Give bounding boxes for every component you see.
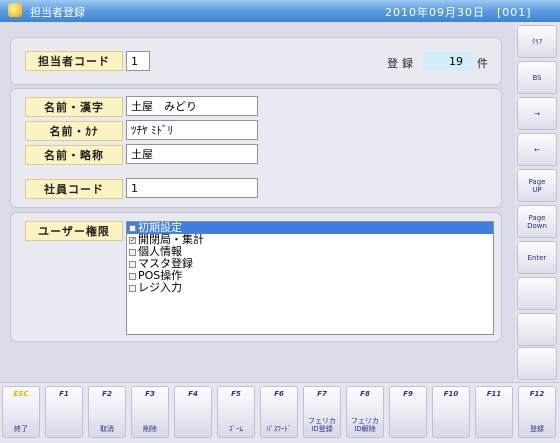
fkey-f7[interactable]: F7 フェリカ ID登録 — [303, 386, 341, 438]
title-bar: 担当者登録 2010年09月30日 [001] — [0, 0, 560, 22]
fkey-f5[interactable]: F5 ｽﾞｰﾑ — [217, 386, 255, 438]
right-arrow-button[interactable]: → — [517, 97, 557, 130]
date-display: 2010年09月30日 [001] — [385, 6, 532, 19]
user-permission-label: ユーザー権限 — [25, 221, 123, 241]
employee-code-label: 社員コード — [25, 179, 123, 199]
kana-name-label: 名前・ｶﾅ — [25, 121, 123, 141]
code-panel: 担当者コード 1 登録 19 件 — [10, 37, 502, 85]
fkey-f3[interactable]: F3 削除 — [131, 386, 169, 438]
name-panel: 名前・漢字 土屋 みどり 名前・ｶﾅ ﾂﾁﾔ ﾐﾄﾞﾘ 名前・略称 土屋 社員コ… — [10, 88, 502, 208]
register-count: 19 — [423, 52, 473, 70]
fkey-f9[interactable]: F9 — [389, 386, 427, 438]
permission-panel: ユーザー権限 初期設定 ✓ 開閉局・集計 個人情報 マスタ登録 POS操作 レジ入… — [10, 212, 502, 342]
enter-button[interactable]: Enter — [517, 241, 557, 274]
kana-name-field[interactable]: ﾂﾁﾔ ﾐﾄﾞﾘ — [126, 120, 258, 140]
permission-item-register-input[interactable]: レジ入力 — [127, 282, 493, 294]
page-up-button[interactable]: Page UP — [517, 169, 557, 202]
window-title: 担当者登録 — [30, 6, 85, 19]
permission-list[interactable]: 初期設定 ✓ 開閉局・集計 個人情報 マスタ登録 POS操作 レジ入力 — [126, 221, 494, 335]
side-blank-button[interactable] — [517, 347, 557, 380]
checkbox-icon[interactable] — [129, 224, 136, 232]
main-area: 担当者コード 1 登録 19 件 名前・漢字 土屋 みどり 名前・ｶﾅ ﾂﾁﾔ … — [0, 22, 515, 382]
function-key-bar: ESC 終了 F1 F2 取消 F3 削除 F4 F5 ｽﾞｰﾑ F6 ﾊﾟｽﾜｰﾄﾞ F… — [0, 382, 560, 443]
checkbox-checked-icon[interactable]: ✓ — [129, 236, 136, 244]
fkey-f11[interactable]: F11 — [475, 386, 513, 438]
staff-code-label: 担当者コード — [25, 51, 123, 71]
fkey-f12[interactable]: F12 登録 — [518, 386, 556, 438]
app-icon — [8, 3, 22, 17]
page-down-button[interactable]: Page Down — [517, 205, 557, 238]
checkbox-icon[interactable] — [129, 284, 136, 292]
fkey-esc[interactable]: ESC 終了 — [2, 386, 40, 438]
staff-code-field[interactable]: 1 — [126, 51, 150, 71]
checkbox-icon[interactable] — [129, 248, 136, 256]
checkbox-icon[interactable] — [129, 272, 136, 280]
kanji-name-label: 名前・漢字 — [25, 97, 123, 117]
side-blank-button[interactable] — [517, 313, 557, 346]
count-unit: 件 — [477, 57, 488, 70]
fkey-f2[interactable]: F2 取消 — [88, 386, 126, 438]
clear-button[interactable]: ｸﾘｱ — [517, 25, 557, 58]
fkey-f10[interactable]: F10 — [432, 386, 470, 438]
register-label: 登録 — [387, 57, 417, 70]
side-button-panel: ｸﾘｱ BS → ← Page UP Page Down Enter — [515, 22, 560, 382]
fkey-f8[interactable]: F8 フェリカ ID解除 — [346, 386, 384, 438]
fkey-f6[interactable]: F6 ﾊﾟｽﾜｰﾄﾞ — [260, 386, 298, 438]
fkey-f4[interactable]: F4 — [174, 386, 212, 438]
employee-code-field[interactable]: 1 — [126, 178, 258, 198]
short-name-field[interactable]: 土屋 — [126, 144, 258, 164]
backspace-button[interactable]: BS — [517, 61, 557, 94]
short-name-label: 名前・略称 — [25, 145, 123, 165]
fkey-f1[interactable]: F1 — [45, 386, 83, 438]
kanji-name-field[interactable]: 土屋 みどり — [126, 96, 258, 116]
left-arrow-button[interactable]: ← — [517, 133, 557, 166]
side-blank-button[interactable] — [517, 277, 557, 310]
checkbox-icon[interactable] — [129, 260, 136, 268]
